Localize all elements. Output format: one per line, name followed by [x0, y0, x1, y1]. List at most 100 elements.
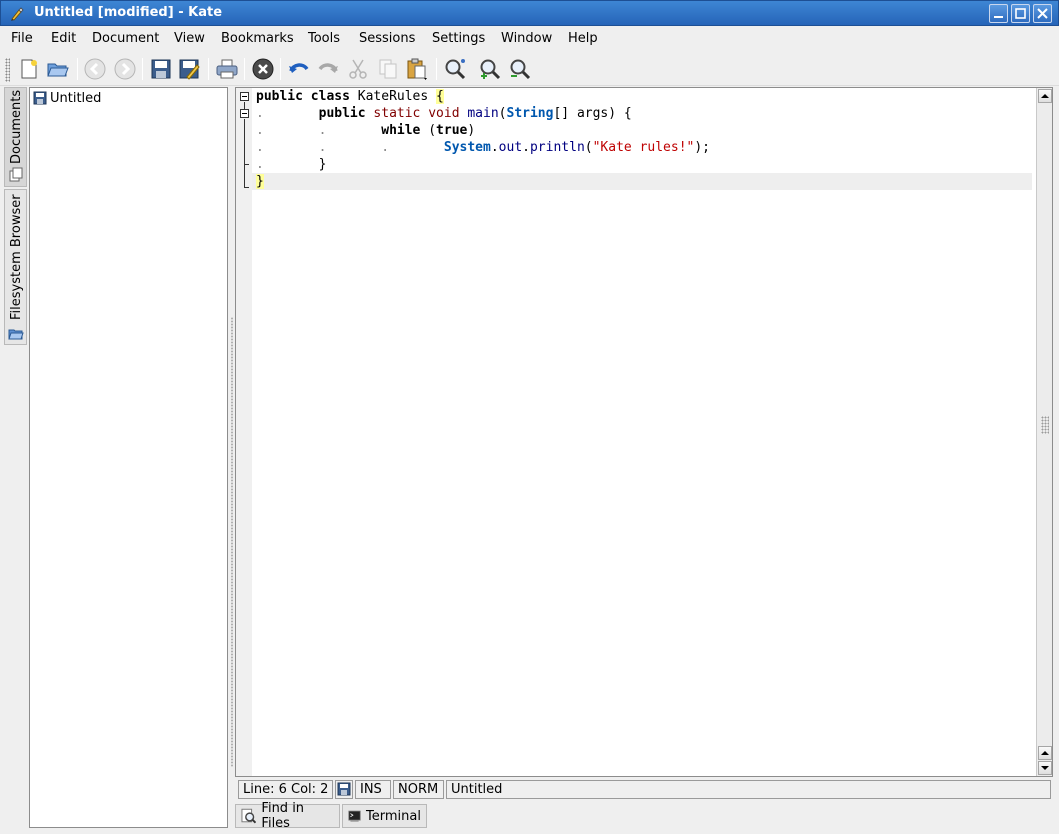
maximize-icon	[1015, 8, 1026, 19]
fold-toggle[interactable]	[240, 109, 249, 118]
undo-button[interactable]	[287, 57, 311, 81]
toolbar-separator	[142, 58, 143, 80]
code-editor[interactable]: public class KateRules { . public static…	[235, 87, 1053, 777]
vertical-scrollbar[interactable]	[1036, 88, 1052, 776]
save-icon	[337, 782, 351, 796]
find-icon	[445, 59, 466, 80]
find-button[interactable]	[443, 57, 467, 81]
find-in-files-icon	[241, 808, 257, 824]
zoom-in-button[interactable]	[478, 57, 502, 81]
document-list-item[interactable]: Untitled	[33, 90, 101, 106]
tab-find-in-files[interactable]: Find in Files	[235, 801, 340, 831]
new-file-button[interactable]	[17, 57, 41, 81]
forward-icon	[114, 58, 136, 80]
fold-gutter	[236, 88, 252, 776]
paste-icon	[407, 58, 427, 80]
toolbar-grip[interactable]	[5, 58, 10, 82]
title-bar: Untitled [modified] - Kate	[0, 0, 1059, 26]
menu-window[interactable]: Window	[501, 31, 552, 46]
toolbar-separator	[436, 58, 437, 80]
close-icon	[1037, 8, 1048, 19]
back-button[interactable]	[83, 57, 107, 81]
save-icon	[33, 91, 47, 105]
menu-document[interactable]: Document	[92, 31, 159, 46]
tab-terminal[interactable]: Terminal	[342, 804, 427, 828]
paste-button[interactable]	[405, 57, 429, 81]
print-button[interactable]	[215, 57, 239, 81]
open-file-button[interactable]	[46, 57, 70, 81]
close-document-button[interactable]	[251, 57, 275, 81]
arrow-up-icon	[1041, 94, 1049, 98]
minimize-icon	[994, 16, 1003, 18]
tab-documents[interactable]: Documents	[4, 87, 27, 187]
new-file-icon	[21, 59, 37, 79]
folder-icon	[8, 329, 24, 340]
forward-button[interactable]	[113, 57, 137, 81]
menu-settings[interactable]: Settings	[432, 31, 485, 46]
toolbar-separator	[208, 58, 209, 80]
edit-mode[interactable]: NORM	[393, 780, 444, 799]
undo-icon	[289, 63, 309, 73]
scroll-up-button-lower[interactable]	[1038, 746, 1052, 760]
minimize-button[interactable]	[989, 4, 1008, 23]
menu-file[interactable]: File	[11, 31, 33, 46]
menu-bar: File Edit Document View Bookmarks Tools …	[0, 27, 1059, 50]
menu-help[interactable]: Help	[568, 31, 598, 46]
menu-bookmarks[interactable]: Bookmarks	[221, 31, 294, 46]
cursor-position: Line: 6 Col: 2	[238, 780, 333, 799]
maximize-button[interactable]	[1011, 4, 1030, 23]
code-line: . . while (true)	[256, 123, 476, 138]
bottom-tab-bar: Find in Files Terminal	[235, 801, 1053, 831]
code-line: . }	[256, 157, 327, 172]
redo-button[interactable]	[316, 57, 340, 81]
cut-icon	[349, 59, 367, 79]
tab-documents-label: Documents	[9, 89, 24, 164]
terminal-icon	[348, 810, 361, 822]
side-tab-bar: Documents Filesystem Browser	[4, 87, 27, 832]
document-list: Untitled	[29, 87, 228, 828]
documents-tab-icon	[9, 167, 23, 182]
tab-terminal-label: Terminal	[366, 808, 421, 824]
menu-edit[interactable]: Edit	[51, 31, 76, 46]
window-title: Untitled [modified] - Kate	[34, 5, 223, 20]
arrow-down-icon	[1041, 766, 1049, 770]
toolbar-separator	[77, 58, 78, 80]
scroll-down-button[interactable]	[1038, 761, 1052, 775]
fold-toggle[interactable]	[240, 92, 249, 101]
save-as-icon	[179, 59, 200, 80]
save-as-button[interactable]	[177, 57, 201, 81]
scroll-up-button[interactable]	[1038, 89, 1052, 103]
current-code-line: }	[252, 173, 1032, 190]
kate-app-icon	[11, 7, 24, 21]
toolbar-separator	[280, 58, 281, 80]
save-button[interactable]	[149, 57, 173, 81]
modified-indicator	[335, 780, 353, 799]
document-name: Untitled	[50, 90, 102, 106]
tab-filesystem-browser[interactable]: Filesystem Browser	[4, 189, 27, 345]
close-button[interactable]	[1033, 4, 1052, 23]
insert-mode[interactable]: INS	[355, 780, 391, 799]
code-line: . public static void main(String[] args)…	[256, 106, 632, 121]
copy-icon	[379, 59, 397, 79]
document-name-status: Untitled	[446, 780, 1051, 799]
tab-filesystem-browser-label: Filesystem Browser	[9, 194, 24, 320]
redo-icon	[318, 63, 338, 73]
code-line: public class KateRules {	[256, 89, 444, 104]
save-icon	[151, 59, 171, 79]
back-icon	[84, 58, 106, 80]
code-line: . . . System.out.println("Kate rules!");	[256, 140, 711, 155]
copy-button[interactable]	[376, 57, 400, 81]
close-document-icon	[252, 58, 274, 80]
menu-view[interactable]: View	[174, 31, 205, 46]
main-toolbar	[0, 52, 1059, 86]
zoom-out-icon	[510, 59, 531, 80]
menu-tools[interactable]: Tools	[308, 31, 340, 46]
scroll-grip[interactable]	[1041, 416, 1049, 434]
print-icon	[216, 59, 238, 79]
cut-button[interactable]	[346, 57, 370, 81]
open-file-icon	[47, 63, 69, 77]
arrow-up-icon	[1041, 751, 1049, 755]
menu-sessions[interactable]: Sessions	[359, 31, 415, 46]
status-bar: Line: 6 Col: 2 INS NORM Untitled	[235, 779, 1053, 801]
zoom-out-button[interactable]	[508, 57, 532, 81]
